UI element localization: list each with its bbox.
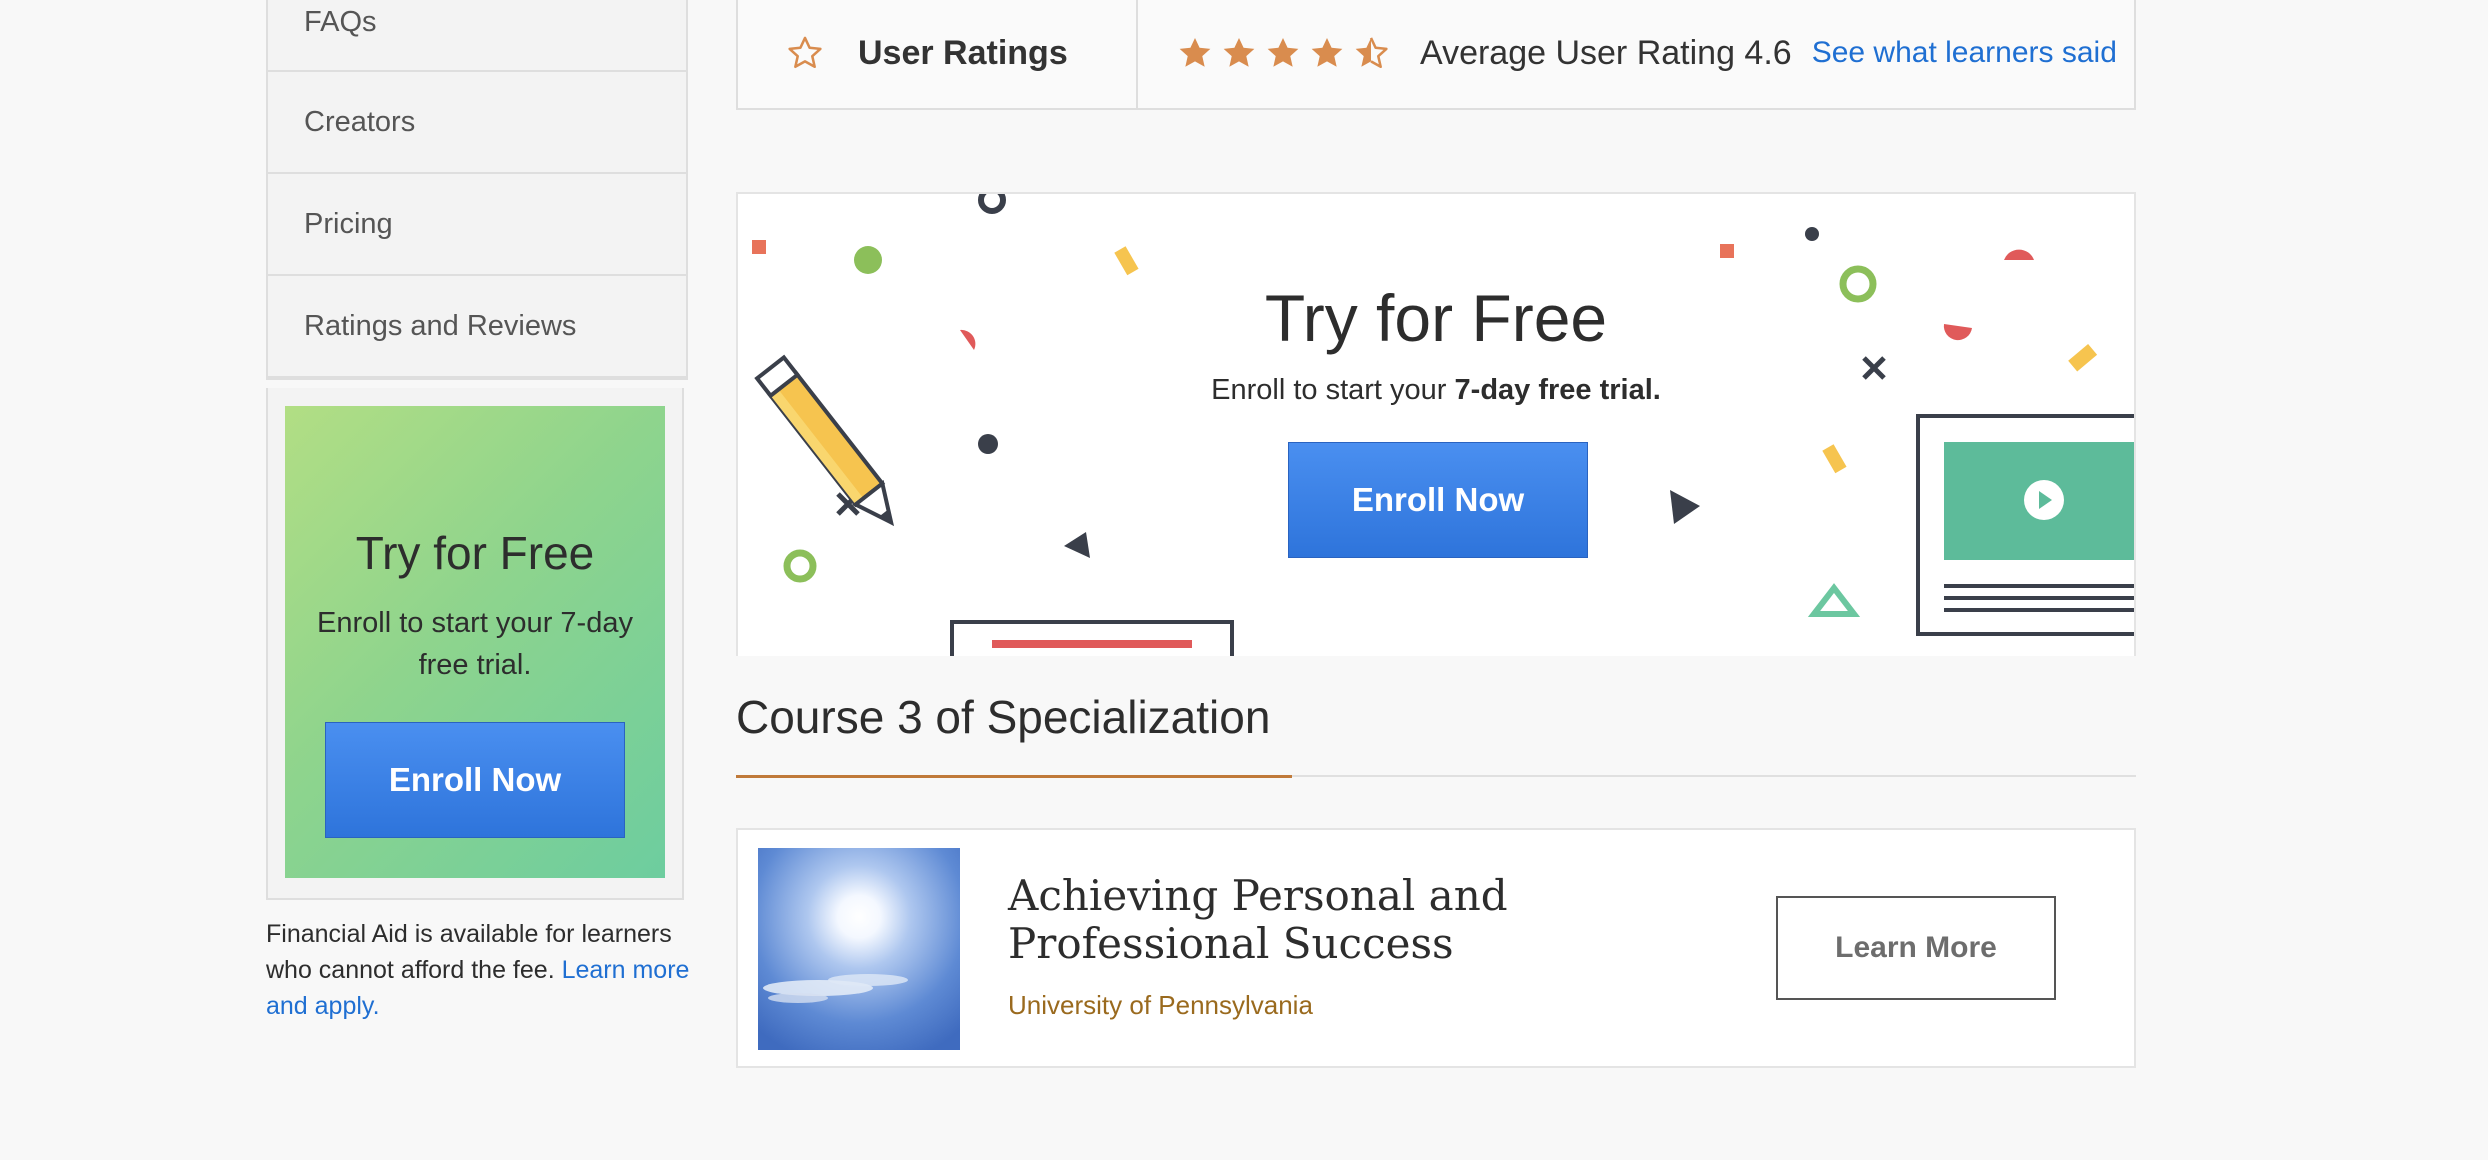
sidebar-item-ratings-and-reviews[interactable]: Ratings and Reviews — [268, 276, 686, 378]
rating-stars — [1176, 34, 1390, 72]
star-filled-icon — [1267, 37, 1299, 67]
try-free-banner: Try for Free Enroll to start your 7-day … — [736, 192, 2136, 656]
star-filled-icon — [1179, 37, 1211, 67]
average-rating-text: Average User Rating 4.6 — [1420, 33, 1792, 72]
course-thumbnail[interactable] — [758, 848, 960, 1050]
banner-text: Enroll to start your 7-day free trial. — [738, 374, 2134, 407]
sidebar-promo: Try for Free Enroll to start your 7-day … — [266, 388, 684, 900]
banner-enroll-button[interactable]: Enroll Now — [1288, 442, 1588, 558]
sidebar-item-faqs[interactable]: FAQs — [268, 0, 686, 72]
course-organization: University of Pennsylvania — [1008, 990, 1313, 1020]
ratings-label: User Ratings — [858, 33, 1068, 72]
course-title[interactable]: Achieving Personal and Professional Succ… — [1008, 872, 1568, 968]
ratings-header: User Ratings — [738, 0, 1138, 108]
star-outline-icon — [788, 36, 822, 69]
banner-text-bold: 7-day free trial. — [1454, 374, 1661, 406]
ratings-summary: Average User Rating 4.6 See what learner… — [1138, 0, 2134, 108]
banner-text-prefix: Enroll to start your — [1211, 374, 1447, 406]
banner-title: Try for Free — [1264, 281, 1608, 355]
sky-sun-image — [758, 848, 960, 1050]
sidebar-enroll-button[interactable]: Enroll Now — [325, 722, 625, 838]
promo-text: Enroll to start your 7-day free trial. — [317, 607, 633, 681]
sidebar-item-pricing[interactable]: Pricing — [268, 174, 686, 276]
star-filled-icon — [1311, 37, 1343, 67]
confetti-illustration — [752, 194, 2134, 656]
sidebar-item-creators[interactable]: Creators — [268, 72, 686, 174]
see-learners-link[interactable]: See what learners said — [1812, 36, 2117, 70]
star-filled-icon — [1223, 37, 1255, 67]
section-divider-accent — [736, 775, 1292, 778]
star-half-icon — [1355, 37, 1388, 69]
specialization-heading: Course 3 of Specialization — [736, 691, 1271, 743]
try-free-card: Try for Free Enroll to start your 7-day … — [285, 406, 665, 878]
learn-more-button[interactable]: Learn More — [1776, 896, 2056, 1000]
promo-title: Try for Free — [355, 527, 595, 579]
financial-aid-note: Financial Aid is available for learners … — [266, 916, 706, 1024]
course-card: Achieving Personal and Professional Succ… — [736, 828, 2136, 1068]
ratings-bar: User Ratings Average User Rating 4.6 See… — [736, 0, 2136, 110]
sidebar-nav: FAQs Creators Pricing Ratings and Review… — [266, 0, 688, 380]
